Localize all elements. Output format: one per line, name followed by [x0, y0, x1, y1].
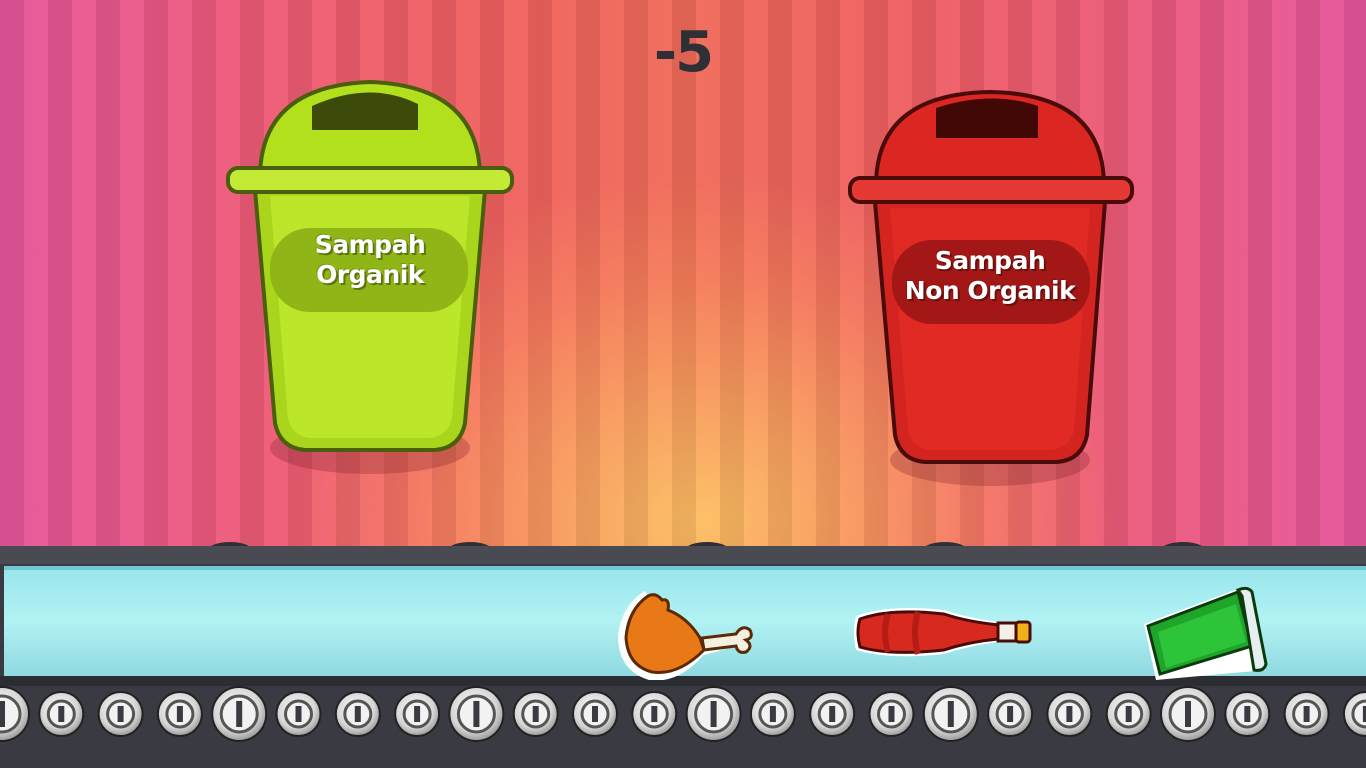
organic-trash-bin[interactable]: Sampah Organik	[220, 78, 520, 478]
organic-bin-label: Sampah Organik	[270, 230, 470, 290]
conveyor-roller	[156, 691, 203, 737]
game-stage: -5 Sampah Organik Sampah Non Organik	[0, 0, 1366, 768]
conveyor-roller	[211, 686, 268, 742]
score-counter: -5	[653, 20, 714, 85]
nonorganic-bin-label: Sampah Non Organik	[885, 246, 1095, 306]
conveyor-roller	[1224, 691, 1271, 737]
conveyor-roller	[749, 691, 796, 737]
conveyor-roller	[275, 691, 322, 737]
conveyor-roller	[334, 691, 381, 737]
nonorganic-label-line1: Sampah	[934, 246, 1046, 275]
conveyor-roller	[685, 686, 742, 742]
plastic-cup-item[interactable]	[1138, 582, 1272, 682]
conveyor-roller	[448, 686, 505, 742]
sauce-bottle-item[interactable]	[848, 602, 1042, 664]
conveyor-roller	[868, 691, 915, 737]
conveyor-roller	[38, 691, 85, 737]
conveyor-roller	[572, 691, 618, 737]
nonorganic-trash-bin[interactable]: Sampah Non Organik	[840, 90, 1140, 490]
nonorganic-label-line2: Non Organik	[904, 276, 1076, 305]
conveyor-roller	[1046, 691, 1093, 737]
conveyor-roller	[809, 691, 856, 737]
conveyor-roller	[987, 691, 1034, 737]
conveyor-roller	[512, 691, 559, 737]
conveyor-roller	[1105, 691, 1152, 737]
conveyor-roller	[97, 691, 144, 737]
conveyor-roller	[922, 686, 979, 742]
chicken-leg-item[interactable]	[618, 588, 758, 680]
conveyor-roller	[394, 691, 441, 737]
organic-label-line2: Organik	[316, 260, 424, 289]
conveyor-roller	[1160, 686, 1216, 742]
organic-label-line1: Sampah	[314, 230, 426, 259]
conveyor-roller	[1283, 691, 1330, 737]
conveyor-roller	[631, 691, 678, 737]
